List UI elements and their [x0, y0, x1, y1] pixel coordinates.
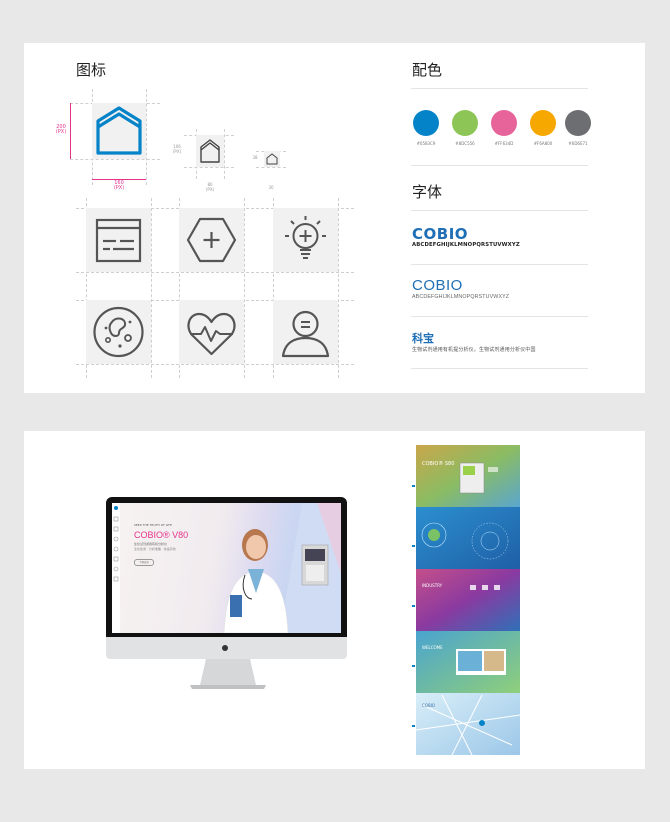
color-swatch-orange — [530, 110, 556, 136]
divider — [411, 165, 588, 166]
lightbulb-add-icon-tile — [273, 208, 338, 272]
color-hex-label: #F6A800 — [533, 141, 553, 146]
divider — [411, 264, 588, 265]
guide-line — [244, 198, 245, 378]
colors-heading: 配色 — [412, 61, 443, 79]
guide-line — [184, 167, 234, 168]
cell-icon-tile — [86, 300, 151, 364]
apple-logo-icon — [222, 645, 228, 651]
screen-learn-more-button[interactable]: 了解更多 — [134, 559, 154, 566]
website-long-page: COBIO® S80 INDUSTRY WELCOME COBIO — [412, 445, 520, 755]
color-swatch-blue — [413, 110, 439, 136]
guide-line — [146, 89, 147, 185]
color-hex-label: #8DC556 — [455, 141, 475, 146]
heartbeat-icon — [187, 312, 236, 356]
guide-line — [256, 167, 286, 168]
font-sample-chinese-text: 生物试剂通用有机提分析仪。生物试剂通用分析仪中国 — [412, 347, 536, 353]
font-sample-bold-brand: COBIO — [412, 225, 469, 243]
style-guide-panel: 图标 配色 200 (PX) 160 (PX) 106 (PX) 80 (PX)… — [24, 43, 645, 393]
screen-subtitle-2: 生化检测 · 分析准确 · 快速高效 — [134, 547, 176, 551]
browser-window-icon-tile — [86, 208, 151, 272]
small-width-label: 30 — [268, 185, 274, 190]
home-icon-tile-small — [264, 151, 280, 167]
guide-line — [76, 364, 354, 365]
color-hex-label: #0583C9 — [416, 141, 436, 146]
large-height-unit: (PX) — [55, 129, 67, 135]
color-swatch-green — [452, 110, 478, 136]
home-icon-tile-medium — [196, 135, 224, 167]
home-icon-tile-large — [92, 103, 146, 159]
divider — [411, 316, 588, 317]
large-height-label: 200 (PX) — [54, 125, 68, 135]
font-sample-bold-alphabet: ABCDEFGHIJKLMNOPQRSTUVWXYZ — [412, 242, 520, 248]
medium-height-label: 106 (PX) — [170, 144, 184, 154]
font-sample-light-brand: COBIO — [412, 277, 463, 294]
large-width-unit: (PX) — [113, 185, 125, 191]
fonts-heading: 字体 — [412, 183, 443, 201]
long-page-artwork — [412, 445, 520, 755]
screen-title: COBIO® V80 — [134, 530, 189, 540]
guide-line — [224, 129, 225, 179]
color-swatch-pink — [491, 110, 517, 136]
screen-tagline: SEEK THE TRUTH OF LIFE — [134, 523, 172, 527]
monitor-chin — [106, 637, 347, 659]
color-hex-label: #6D6E71 — [568, 141, 588, 146]
guide-line — [151, 198, 152, 378]
website-screen: SEEK THE TRUTH OF LIFE COBIO® V80 生化试剂通用… — [112, 503, 341, 633]
divider — [411, 88, 588, 89]
slide-1-title: COBIO® S80 — [422, 461, 455, 467]
medium-width-label: 80 (PX) — [200, 182, 220, 192]
user-icon-tile — [273, 300, 338, 364]
slide-5-title: COBIO — [422, 703, 436, 708]
divider — [411, 368, 588, 369]
height-dimension-line — [70, 103, 71, 159]
guide-line — [76, 272, 354, 273]
icons-heading: 图标 — [76, 61, 107, 79]
add-hexagon-icon-tile — [179, 208, 244, 272]
large-width-label: 160 (PX) — [104, 181, 134, 191]
heartbeat-icon-tile — [179, 300, 244, 364]
user-icon — [281, 310, 330, 358]
home-icon — [96, 106, 142, 155]
slide-4-title: WELCOME — [422, 645, 443, 650]
home-icon — [200, 139, 220, 163]
lightbulb-add-icon — [285, 216, 326, 259]
color-swatch-gray — [565, 110, 591, 136]
screen-subtitle: 生化试剂通用有机分析仪 — [134, 542, 168, 546]
medium-height-unit: (PX) — [172, 149, 182, 154]
medium-width-unit: (PX) — [205, 187, 215, 192]
monitor-stand — [190, 659, 266, 689]
small-height-label: 38 — [252, 155, 258, 160]
guide-line — [338, 198, 339, 378]
add-hexagon-icon — [186, 217, 237, 263]
slide-3-title: INDUSTRY — [422, 583, 443, 588]
divider — [411, 210, 588, 211]
font-sample-light-alphabet: ABCDEFGHIJKLMNOPQRSTUVWXYZ — [412, 294, 510, 300]
color-hex-label: #FF634D — [494, 141, 514, 146]
font-sample-chinese-brand: 科宝 — [412, 332, 434, 345]
browser-window-icon — [95, 218, 142, 263]
home-icon — [266, 153, 278, 165]
cell-icon — [93, 306, 144, 358]
